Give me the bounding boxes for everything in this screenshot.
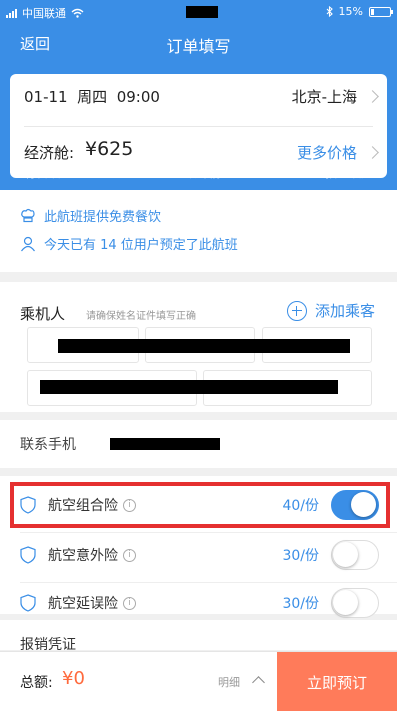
highlight-box	[10, 482, 390, 528]
total-value: ¥0	[62, 668, 85, 689]
contact-section: 联系手机	[0, 420, 397, 468]
insurance-toggle[interactable]	[331, 540, 379, 570]
passengers-section: 乘机人 请确保姓名证件填写正确 添加乘客	[0, 282, 397, 412]
add-passenger-label: 添加乘客	[314, 302, 375, 320]
battery-icon	[369, 6, 393, 17]
redacted-passenger-names	[58, 339, 350, 353]
chevron-up-icon[interactable]	[252, 676, 265, 689]
status-left: 中国联通	[6, 5, 84, 21]
insurance-name-text: 航空意外险	[48, 548, 118, 564]
insurance-name: 航空延误险 i	[48, 593, 136, 613]
booked-users-text: 今天已有 14 位用户预定了此航班	[44, 238, 238, 253]
plus-circle-icon	[286, 300, 307, 321]
meal-link[interactable]: 有餐饮	[24, 164, 60, 181]
chevron-right-icon[interactable]	[366, 146, 379, 159]
insurance-toggle[interactable]	[331, 588, 379, 618]
bluetooth-icon	[326, 6, 333, 17]
free-meal-info: 此航班提供免费餐饮	[20, 206, 161, 225]
chef-hat-icon	[21, 208, 35, 222]
flight-weekday: 周四	[77, 88, 108, 106]
info-icon[interactable]: i	[123, 596, 136, 610]
contact-phone-label: 联系手机	[20, 437, 76, 453]
status-time-redacted	[186, 6, 218, 18]
refund-details-link[interactable]: 退改详情	[173, 164, 221, 181]
insurance-name: 航空意外险 i	[48, 545, 136, 565]
insurance-name-text: 航空延误险	[48, 596, 118, 612]
battery-percent: 15%	[338, 5, 363, 18]
book-now-button[interactable]: 立即预订	[277, 652, 397, 711]
total-label: 总额:	[20, 675, 53, 691]
bottom-bar: 总额: ¥0 明细 立即预订	[0, 651, 397, 711]
toggle-knob	[333, 590, 358, 615]
shield-icon	[20, 594, 36, 612]
booking-notice-link[interactable]: 预订须知	[325, 164, 373, 181]
more-prices-link[interactable]: 更多价格	[297, 142, 357, 163]
redacted-passenger-names	[40, 380, 338, 394]
insurance-price: 30/份	[282, 596, 319, 612]
fare-price: ¥625	[85, 138, 134, 160]
free-meal-text: 此航班提供免费餐饮	[44, 210, 162, 225]
toggle-knob	[333, 542, 358, 567]
signal-icon	[6, 8, 17, 18]
wifi-icon	[71, 8, 84, 18]
flight-datetime: 01-11 周四 09:00	[24, 86, 160, 107]
passengers-title: 乘机人	[20, 305, 66, 323]
flight-info-section: 此航班提供免费餐饮 今天已有 14 位用户预定了此航班	[0, 190, 397, 272]
add-passenger-button[interactable]: 添加乘客	[286, 300, 375, 321]
status-right: 15%	[326, 5, 393, 18]
flight-route[interactable]: 北京-上海	[292, 86, 357, 107]
carrier-name: 中国联通	[22, 7, 66, 20]
redacted-phone-number	[110, 438, 220, 450]
flight-time: 09:00	[116, 88, 160, 106]
passengers-hint: 请确保姓名证件填写正确	[86, 311, 196, 322]
card-divider	[24, 126, 373, 127]
flight-card: 01-11 周四 09:00 北京-上海 经济舱: ¥625 更多价格	[10, 74, 387, 178]
info-icon[interactable]: i	[123, 548, 136, 562]
insurance-price: 30/份	[282, 548, 319, 564]
chevron-right-icon[interactable]	[366, 90, 379, 103]
cabin-class: 经济舱:	[24, 144, 75, 162]
header: 返回 订单填写 01-11 周四 09:00 北京-上海 经济舱: ¥625 更…	[0, 24, 397, 190]
page-title: 订单填写	[166, 37, 231, 56]
status-bar: 中国联通 15%	[0, 0, 397, 24]
flight-date: 01-11	[24, 88, 68, 106]
user-icon	[21, 236, 35, 251]
booked-users-info: 今天已有 14 位用户预定了此航班	[20, 234, 238, 253]
detail-link[interactable]: 明细	[218, 674, 240, 690]
reimbursement-row[interactable]: 报销凭证	[0, 620, 397, 650]
shield-icon	[20, 546, 36, 564]
reimbursement-label: 报销凭证	[20, 637, 76, 650]
